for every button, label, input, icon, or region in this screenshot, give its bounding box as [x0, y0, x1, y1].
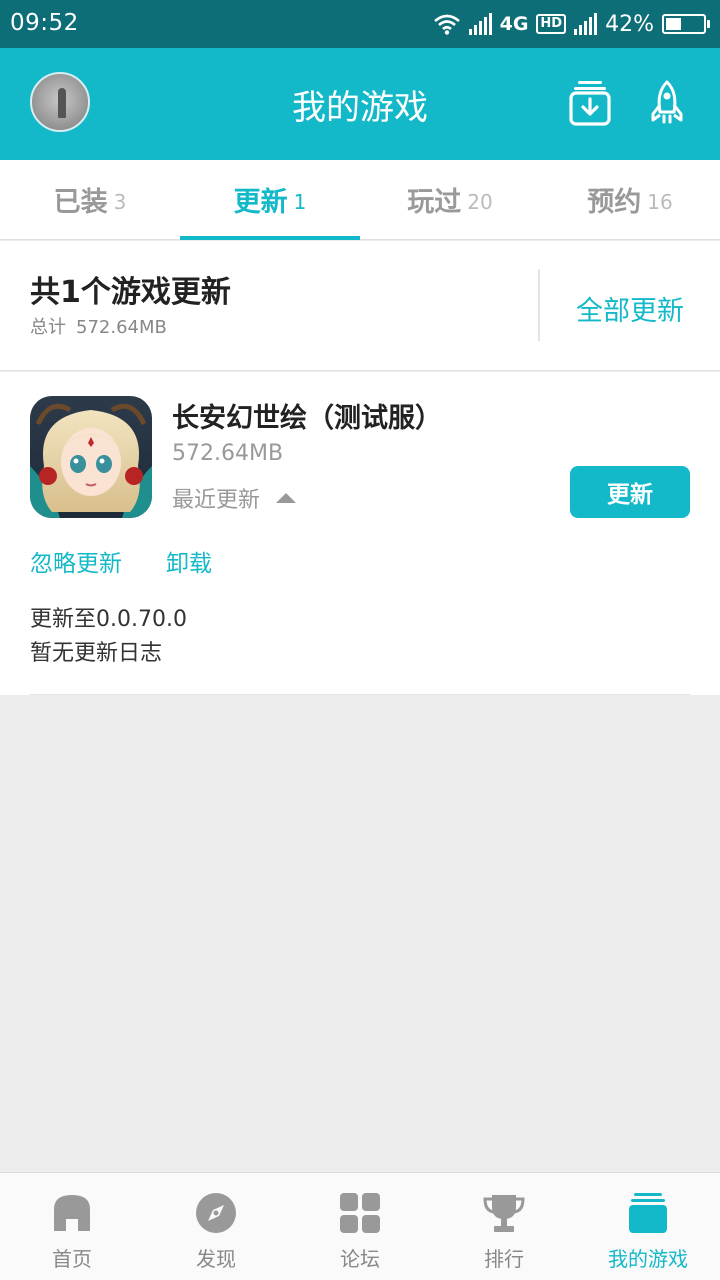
ignore-update-link[interactable]: 忽略更新: [30, 544, 122, 578]
tab-label: 预约: [587, 187, 642, 218]
nav-item-forum[interactable]: 论坛: [288, 1173, 432, 1280]
status-time: 09:52: [10, 10, 79, 36]
game-name[interactable]: 长安幻世绘（测试服）: [172, 396, 442, 435]
divider: [538, 269, 540, 341]
wifi-icon: [433, 14, 460, 35]
tab-label: 玩过: [407, 187, 462, 218]
nav-item-my-games[interactable]: 我的游戏: [576, 1173, 720, 1280]
tab-label: 更新: [233, 187, 288, 218]
tab-bar: 已装 3 更新 1 玩过 20 预约 16: [0, 160, 720, 240]
nav-item-ranking[interactable]: 排行: [432, 1173, 576, 1280]
battery-icon: [662, 14, 710, 34]
game-icon[interactable]: [30, 396, 152, 518]
download-manager-icon[interactable]: [567, 78, 613, 128]
tab-label: 已装: [53, 187, 108, 218]
nav-label: 排行: [484, 1247, 524, 1271]
home-icon: [54, 1195, 90, 1231]
tab-updates[interactable]: 更新 1: [180, 160, 360, 240]
divider: [30, 694, 690, 695]
grid-icon: [340, 1193, 380, 1233]
my-games-icon: [629, 1193, 667, 1233]
tab-played[interactable]: 玩过 20: [360, 160, 540, 239]
nav-label: 首页: [52, 1247, 92, 1271]
update-all-button[interactable]: 全部更新: [560, 289, 700, 328]
total-size: 572.64MB: [76, 317, 167, 338]
uninstall-link[interactable]: 卸载: [166, 544, 212, 578]
nav-item-home[interactable]: 首页: [0, 1173, 144, 1280]
summary-total: 总计 572.64MB: [30, 313, 167, 339]
update-button[interactable]: 更新: [570, 466, 690, 518]
total-label: 总计: [30, 317, 66, 338]
nav-item-discover[interactable]: 发现: [144, 1173, 288, 1280]
recent-update-toggle[interactable]: 最近更新: [172, 482, 297, 514]
update-version: 更新至0.0.70.0: [30, 607, 187, 632]
signal-icon: [468, 13, 492, 35]
tab-count: 16: [647, 189, 673, 214]
nav-label: 论坛: [340, 1247, 380, 1271]
caret-up-icon: [276, 493, 297, 503]
recent-label: 最近更新: [172, 488, 261, 513]
rocket-icon[interactable]: [644, 78, 690, 128]
tab-installed[interactable]: 已装 3: [0, 160, 180, 239]
signal-icon-2: [574, 13, 598, 35]
app-header: 我的游戏: [0, 48, 720, 160]
status-icons: 4G HD 42%: [433, 8, 710, 40]
battery-percent: 42%: [605, 11, 654, 37]
hd-badge: HD: [536, 14, 567, 34]
summary-title: 共1个游戏更新: [30, 275, 231, 310]
tab-count: 3: [113, 189, 127, 214]
network-type: 4G: [499, 13, 529, 35]
game-update-card: 长安幻世绘（测试服） 572.64MB 最近更新 更新 忽略更新 卸载 更新至0…: [0, 372, 720, 695]
trophy-icon: [483, 1195, 525, 1232]
status-bar: 09:52 4G HD 42%: [0, 0, 720, 48]
update-summary: 共1个游戏更新 总计 572.64MB 全部更新: [0, 241, 720, 371]
nav-label: 我的游戏: [608, 1247, 688, 1271]
tab-count: 20: [467, 189, 493, 214]
compass-icon: [196, 1193, 236, 1233]
bottom-nav: 首页 发现 论坛 排行 我的游戏: [0, 1172, 720, 1280]
tab-count: 1: [293, 189, 307, 214]
game-size: 572.64MB: [172, 441, 284, 466]
tab-reserved[interactable]: 预约 16: [540, 160, 720, 239]
nav-label: 发现: [196, 1247, 236, 1271]
changelog-text: 暂无更新日志: [30, 641, 163, 666]
